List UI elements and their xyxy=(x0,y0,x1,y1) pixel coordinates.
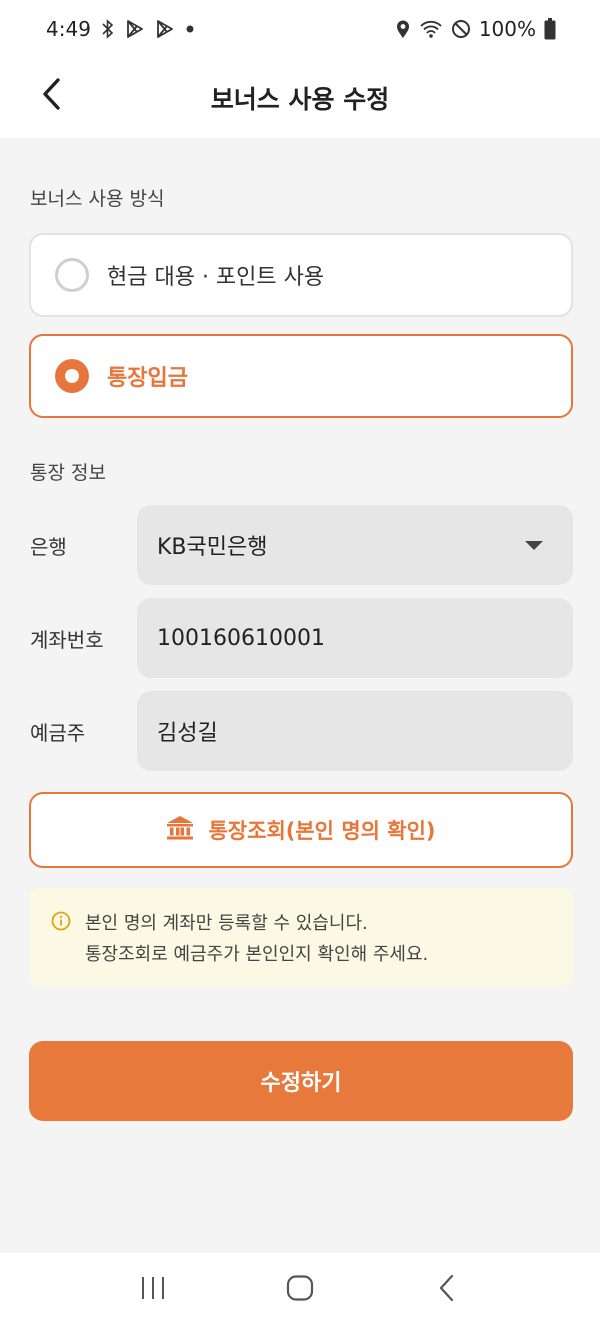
dot-icon xyxy=(185,24,195,34)
status-right: 100% xyxy=(395,17,556,41)
bank-label: 은행 xyxy=(30,534,67,559)
submit-label: 수정하기 xyxy=(260,1071,342,1096)
radio-selected[interactable] xyxy=(55,359,89,393)
back-button[interactable] xyxy=(30,74,74,118)
battery-level: 100% xyxy=(478,17,536,41)
status-time: 4:49 xyxy=(46,17,91,41)
account-number-row: 계좌번호 xyxy=(0,598,600,678)
back-icon xyxy=(436,1273,458,1307)
account-section-label: 통장 정보 xyxy=(30,462,106,484)
radio-unselected[interactable] xyxy=(55,258,89,292)
nav-back-button[interactable] xyxy=(417,1265,477,1315)
notice-box: 본인 명의 계좌만 등록할 수 있습니다. 통장조회로 예금주가 본인인지 확인… xyxy=(29,888,573,986)
bank-select[interactable]: KB국민은행 xyxy=(137,505,573,585)
account-number-field[interactable] xyxy=(137,598,573,678)
usage-section-label: 보너스 사용 방식 xyxy=(30,188,165,210)
account-holder-input[interactable] xyxy=(157,718,537,744)
option-label: 통장입금 xyxy=(107,366,188,391)
battery-icon xyxy=(544,18,556,40)
content: 보너스 사용 방식 현금 대용 · 포인트 사용 통장입금 통장 정보 은행 K… xyxy=(0,138,600,1253)
account-number-label: 계좌번호 xyxy=(30,627,104,652)
caret-down-icon xyxy=(525,541,543,550)
option-cash-point[interactable]: 현금 대용 · 포인트 사용 xyxy=(29,233,573,317)
play-store-icon xyxy=(155,19,175,39)
home-button[interactable] xyxy=(270,1265,330,1315)
status-bar: 4:49 100% xyxy=(0,0,600,58)
do-not-disturb-icon xyxy=(451,19,471,39)
notice-text: 본인 명의 계좌만 등록할 수 있습니다. 통장조회로 예금주가 본인인지 확인… xyxy=(85,908,428,986)
bluetooth-icon xyxy=(101,19,115,39)
bank-row: 은행 KB국민은행 xyxy=(0,505,600,585)
bank-value: KB국민은행 xyxy=(157,535,268,560)
notice-line-1: 본인 명의 계좌만 등록할 수 있습니다. xyxy=(85,913,368,934)
page-title: 보너스 사용 수정 xyxy=(210,85,390,114)
play-store-icon xyxy=(125,19,145,39)
app-bar: 보너스 사용 수정 xyxy=(0,58,600,138)
wifi-icon xyxy=(419,19,443,39)
system-nav-bar xyxy=(0,1253,600,1327)
location-icon xyxy=(395,19,411,39)
account-holder-field[interactable] xyxy=(137,691,573,771)
status-left: 4:49 xyxy=(46,17,195,41)
chevron-left-icon xyxy=(40,77,64,115)
verify-label: 통장조회(본인 명의 확인) xyxy=(208,819,436,843)
option-label: 현금 대용 · 포인트 사용 xyxy=(107,265,325,290)
notice-line-2: 통장조회로 예금주가 본인인지 확인해 주세요. xyxy=(85,944,429,965)
info-icon xyxy=(51,911,71,986)
submit-button[interactable]: 수정하기 xyxy=(29,1041,573,1121)
recent-apps-icon xyxy=(138,1275,168,1305)
option-bank-deposit[interactable]: 통장입금 xyxy=(29,334,573,418)
account-holder-label: 예금주 xyxy=(30,720,86,745)
verify-account-button[interactable]: 통장조회(본인 명의 확인) xyxy=(29,792,573,868)
bank-icon xyxy=(166,815,194,845)
home-icon xyxy=(285,1274,315,1306)
account-holder-row: 예금주 xyxy=(0,691,600,771)
recent-apps-button[interactable] xyxy=(123,1265,183,1315)
radio-dot xyxy=(65,369,79,383)
account-number-input[interactable] xyxy=(157,625,537,651)
